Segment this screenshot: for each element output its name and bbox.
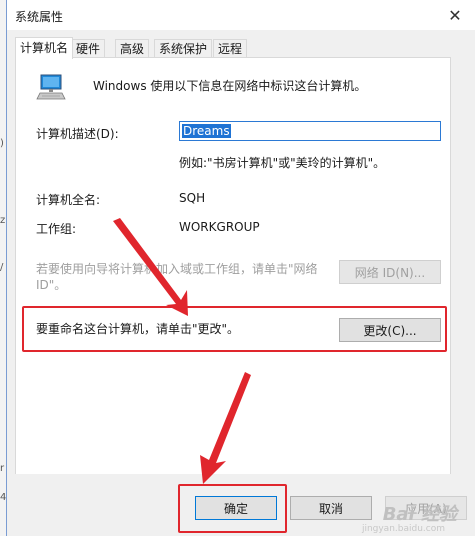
workgroup-value: WORKGROUP [179, 220, 260, 234]
rename-annotation-box [22, 306, 447, 352]
system-properties-dialog: 系统属性 ✕ 计算机名 硬件 高级 系统保护 远程 Windows 使用以下信息… [6, 0, 475, 536]
tab-advanced[interactable]: 高级 [115, 39, 150, 58]
watermark-sub: jingyan.baidu.com [361, 524, 445, 534]
network-hint-line1: 若要使用向导将计算机加入域或工作组，请单击"网络 [36, 262, 318, 276]
network-hint-line2: ID"。 [36, 278, 67, 292]
network-id-button[interactable]: 网络 ID(N)... [339, 260, 441, 284]
watermark-logo: Bai 经验 [382, 504, 457, 525]
cancel-button[interactable]: 取消 [290, 496, 372, 520]
workgroup-label: 工作组: [36, 222, 77, 236]
tab-system-protection[interactable]: 系统保护 [154, 39, 213, 58]
tab-remote[interactable]: 远程 [213, 39, 248, 58]
full-name-value: SQH [179, 191, 206, 205]
full-name-label: 计算机全名: [36, 193, 101, 207]
intro-text: Windows 使用以下信息在网络中标识这台计算机。 [93, 79, 367, 93]
tab-computer-name[interactable]: 计算机名 [15, 37, 74, 59]
description-value: Dreams [182, 124, 231, 138]
computer-name-panel: Windows 使用以下信息在网络中标识这台计算机。 计算机描述(D): Dre… [15, 57, 451, 476]
ok-annotation-box [178, 484, 287, 533]
description-input[interactable]: Dreams [179, 121, 441, 141]
close-button[interactable]: ✕ [441, 2, 469, 28]
tab-hardware[interactable]: 硬件 [71, 39, 106, 58]
dialog-footer: 确定 取消 应用(A) Bai 经验 jingyan.baidu.com [7, 474, 475, 536]
title-bar: 系统属性 ✕ [7, 0, 475, 30]
computer-icon [36, 72, 66, 105]
example-text: 例如:"书房计算机"或"美玲的计算机"。 [179, 156, 386, 170]
close-icon: ✕ [448, 5, 462, 25]
window-title: 系统属性 [15, 10, 64, 24]
description-label: 计算机描述(D): [36, 127, 119, 141]
